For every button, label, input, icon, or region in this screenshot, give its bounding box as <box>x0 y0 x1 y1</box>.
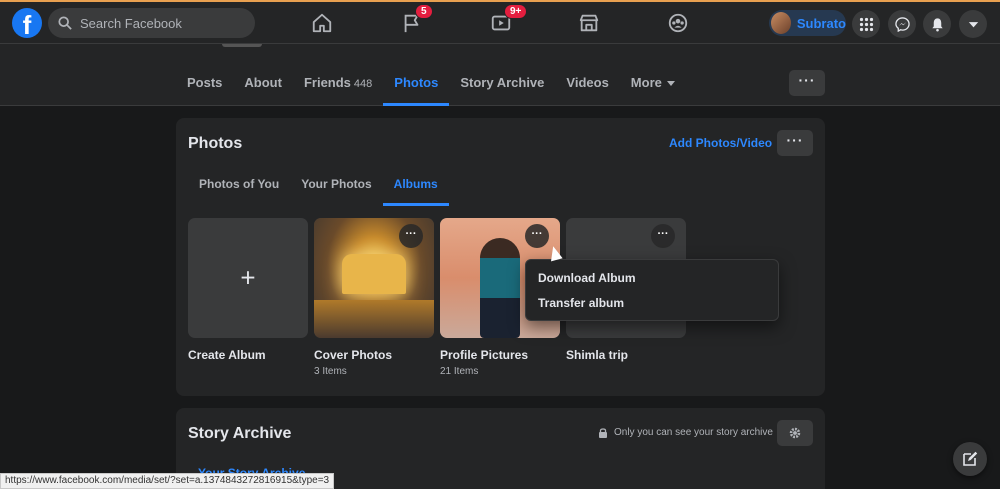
grid-menu-icon <box>859 17 873 31</box>
transfer-album-menu-item[interactable]: Transfer album <box>538 296 624 310</box>
account-button[interactable] <box>959 10 987 38</box>
story-archive-title: Story Archive <box>188 425 292 442</box>
profile-header: Posts About Friends 448 Photos Story Arch… <box>0 44 1000 106</box>
shop-icon <box>579 14 599 32</box>
album-options-button[interactable]: ··· <box>399 224 423 248</box>
notifications-button[interactable] <box>923 10 951 38</box>
messenger-icon <box>894 16 910 32</box>
album-item-count: 21 Items <box>440 366 479 377</box>
tab-friends[interactable]: Friends 448 <box>293 44 383 106</box>
search-input[interactable]: Search Facebook <box>48 8 255 38</box>
groups-icon <box>668 13 688 33</box>
groups-nav-button[interactable] <box>663 8 693 38</box>
photos-options-button[interactable]: ··· <box>777 130 813 156</box>
menu-button[interactable] <box>852 10 880 38</box>
friends-count: 448 <box>353 78 373 90</box>
bell-icon <box>931 17 943 31</box>
home-icon <box>312 13 332 33</box>
profile-name: Subrato <box>796 15 846 31</box>
album-options-button[interactable]: ··· <box>525 224 549 248</box>
album-options-button[interactable]: ··· <box>651 224 675 248</box>
chevron-down-icon <box>968 21 978 27</box>
facebook-logo[interactable]: f <box>12 8 42 38</box>
download-album-menu-item[interactable]: Download Album <box>538 271 636 285</box>
tab-more[interactable]: More <box>620 44 686 106</box>
privacy-note: Only you can see your story archive <box>598 427 773 438</box>
story-settings-button[interactable] <box>777 420 813 446</box>
photos-subtabs: Photos of You Your Photos Albums <box>188 170 449 206</box>
person-figure <box>480 238 520 338</box>
search-icon <box>58 16 72 30</box>
privacy-text: Only you can see your story archive <box>614 427 773 438</box>
pages-nav-button[interactable]: 5 <box>397 4 433 38</box>
caret-down-icon <box>666 81 675 87</box>
lock-icon <box>599 428 607 438</box>
tab-about[interactable]: About <box>233 44 293 106</box>
album-thumbnail[interactable]: ··· <box>314 218 434 338</box>
tab-friends-label: Friends <box>303 75 351 90</box>
top-navigation-bar: f Search Facebook 5 9+ Subrato <box>0 2 1000 44</box>
photos-card: Photos Add Photos/Video ··· Photos of Yo… <box>176 118 825 396</box>
profile-shortcut[interactable]: Subrato <box>769 10 846 36</box>
subtab-your-photos[interactable]: Your Photos <box>290 170 382 206</box>
tab-story-archive[interactable]: Story Archive <box>449 44 555 106</box>
album-item-count: 3 Items <box>314 366 347 377</box>
compose-icon <box>963 451 978 466</box>
album-name: Profile Pictures <box>440 348 529 362</box>
subtab-photos-of-you[interactable]: Photos of You <box>188 170 290 206</box>
subtab-albums[interactable]: Albums <box>382 170 449 206</box>
pages-notification-badge: 5 <box>415 4 433 19</box>
marketplace-nav-button[interactable] <box>574 8 604 38</box>
profile-more-options-button[interactable]: ··· <box>789 70 825 96</box>
tab-posts[interactable]: Posts <box>176 44 233 106</box>
new-message-button[interactable] <box>953 442 987 476</box>
water-reflection <box>314 300 434 338</box>
tab-more-label: More <box>630 75 662 90</box>
avatar <box>771 12 791 34</box>
temple-shape <box>342 254 406 294</box>
browser-status-url: https://www.facebook.com/media/set/?set=… <box>0 473 335 489</box>
watch-nav-button[interactable]: 9+ <box>486 4 528 38</box>
album-name: Cover Photos <box>314 348 393 362</box>
add-photos-video-link[interactable]: Add Photos/Video <box>669 136 772 150</box>
album-name: Shimla trip <box>566 348 629 362</box>
watch-notification-badge: 9+ <box>504 4 528 19</box>
album-name: Create Album <box>188 348 266 362</box>
messenger-button[interactable] <box>888 10 916 38</box>
profile-tabs: Posts About Friends 448 Photos Story Arch… <box>176 44 686 106</box>
tab-videos[interactable]: Videos <box>555 44 619 106</box>
album-create[interactable]: + Create Album <box>188 218 308 362</box>
photos-card-title: Photos <box>188 135 243 152</box>
home-nav-button[interactable] <box>307 8 337 38</box>
tab-photos[interactable]: Photos <box>383 44 450 106</box>
create-album-tile[interactable]: + <box>188 218 308 338</box>
gear-icon <box>789 427 801 439</box>
album-cover-photos[interactable]: ··· Cover Photos 3 Items <box>314 218 434 377</box>
plus-icon: + <box>240 262 256 293</box>
album-context-menu: Download Album Transfer album <box>525 259 779 321</box>
search-placeholder: Search Facebook <box>80 15 182 31</box>
